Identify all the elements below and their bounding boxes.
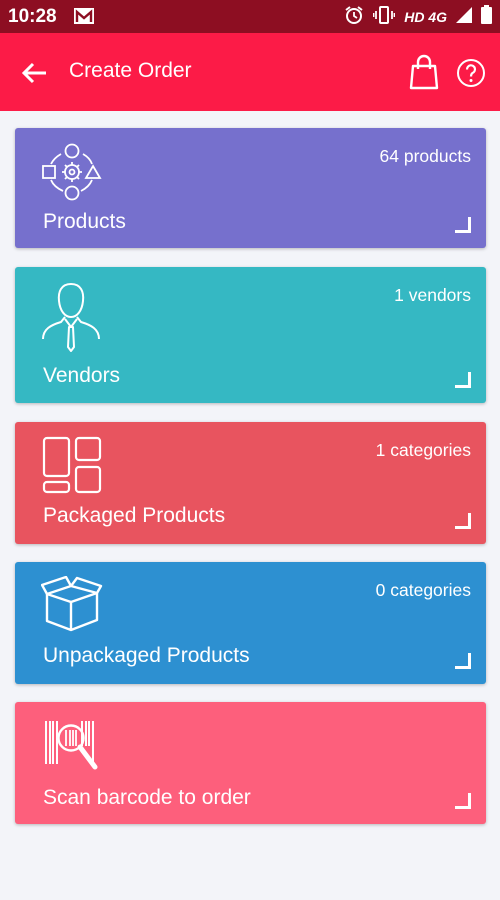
vibrate-icon: [372, 5, 396, 29]
app-bar: Create Order: [0, 33, 500, 111]
corner-expand-icon: [455, 793, 471, 809]
unpackaged-products-card[interactable]: 0 categories Unpackaged Products: [15, 562, 486, 684]
packaged-count: 1 categories: [375, 440, 471, 460]
packaged-grid-icon: [41, 436, 103, 501]
vendors-card[interactable]: 1 vendors Vendors: [15, 267, 486, 403]
products-count: 64 products: [379, 146, 471, 166]
back-arrow-icon: [21, 62, 46, 84]
help-icon: [457, 59, 485, 87]
help-button[interactable]: [456, 58, 486, 88]
status-icons: HD 4G: [344, 5, 492, 30]
back-button[interactable]: [18, 57, 50, 89]
scan-barcode-card[interactable]: Scan barcode to order: [15, 702, 486, 824]
products-card[interactable]: 64 products Products: [15, 128, 486, 248]
status-bar: 10:28 HD 4G: [0, 0, 500, 33]
signal-icon: [456, 6, 472, 28]
products-label: Products: [43, 210, 126, 233]
open-box-icon: [40, 575, 103, 639]
unpackaged-count: 0 categories: [375, 580, 471, 600]
corner-expand-icon: [455, 372, 471, 388]
cart-button[interactable]: [406, 53, 442, 91]
barcode-scan-icon: [41, 716, 103, 783]
alarm-icon: [344, 5, 364, 30]
unpackaged-label: Unpackaged Products: [43, 644, 250, 667]
status-time: 10:28: [8, 6, 57, 27]
gmail-icon: [74, 8, 94, 29]
vendor-person-icon: [41, 281, 101, 362]
products-shapes-icon: [41, 142, 103, 207]
battery-icon: [481, 5, 492, 29]
packaged-label: Packaged Products: [43, 504, 226, 527]
scan-barcode-label: Scan barcode to order: [43, 786, 251, 809]
shopping-bag-icon: [409, 54, 439, 90]
corner-expand-icon: [455, 217, 471, 233]
corner-expand-icon: [455, 653, 471, 669]
vendors-label: Vendors: [43, 364, 121, 387]
packaged-products-card[interactable]: 1 categories Packaged Products: [15, 422, 486, 544]
network-label: HD 4G: [404, 9, 447, 25]
page-title: Create Order: [69, 59, 192, 82]
corner-expand-icon: [455, 513, 471, 529]
vendors-count: 1 vendors: [394, 285, 471, 305]
